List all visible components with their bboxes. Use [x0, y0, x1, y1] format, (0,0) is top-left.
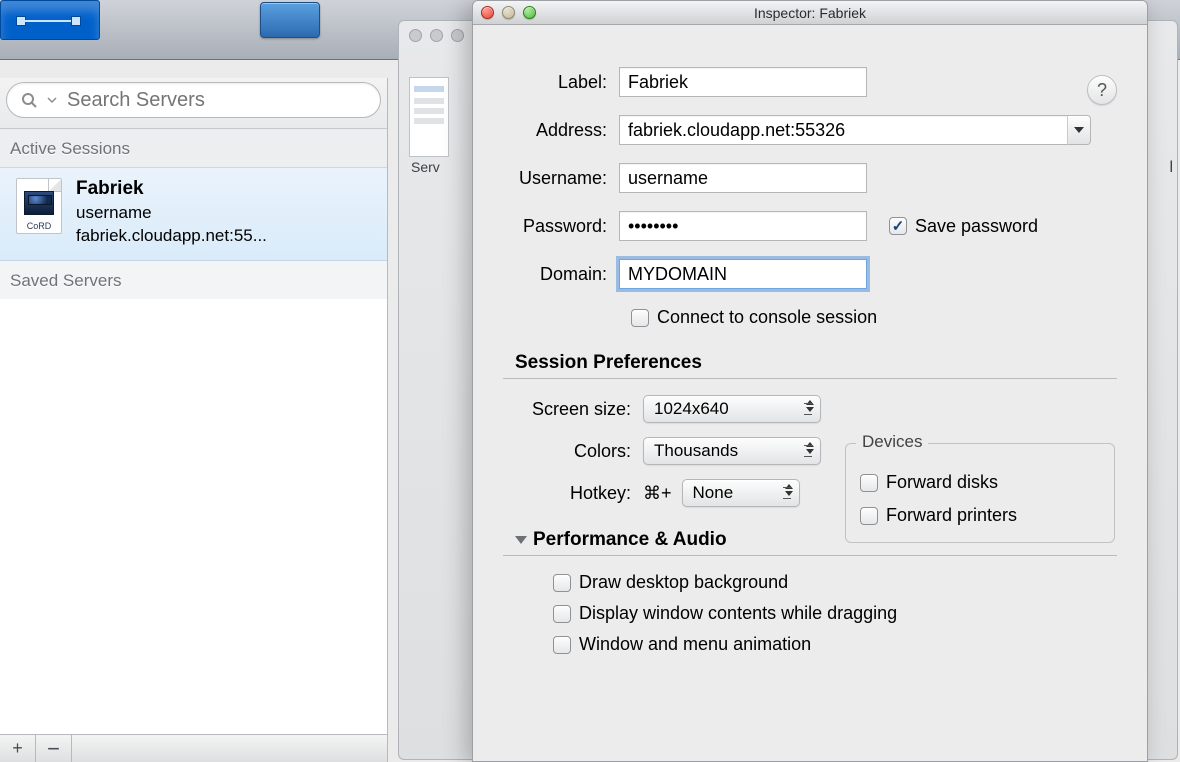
remove-button[interactable]: −	[36, 735, 72, 762]
sidebar: Active Sessions CoRD Fabriek username fa…	[0, 78, 388, 762]
zoom-icon[interactable]	[523, 6, 536, 19]
toolbar-button-1[interactable]	[0, 0, 100, 40]
server-text: Fabriek username fabriek.cloudapp.net:55…	[76, 178, 375, 248]
help-button[interactable]: ?	[1087, 75, 1117, 105]
colors-value: Thousands	[654, 441, 738, 461]
bg-mini-sidebar-icon	[409, 77, 449, 157]
forward-printers-checkbox[interactable]	[860, 507, 878, 525]
search-field[interactable]	[6, 82, 381, 118]
search-icon	[21, 92, 37, 108]
password-input[interactable]	[619, 211, 867, 241]
search-input[interactable]	[67, 89, 366, 112]
bg-tab-label: Serv	[411, 159, 440, 175]
inspector-window: Inspector: Fabriek ? Label: Address: Use…	[472, 0, 1148, 762]
perf-check-0[interactable]	[553, 574, 571, 592]
window-title: Inspector: Fabriek	[473, 5, 1147, 21]
icon-tag: CoRD	[17, 221, 61, 231]
bg-right-char: l	[1169, 159, 1173, 177]
screen-size-popup[interactable]: 1024x640	[643, 395, 821, 423]
perf-check-1[interactable]	[553, 605, 571, 623]
hotkey-popup[interactable]: None	[682, 479, 800, 507]
inspector-body: Label: Address: Username: Password: Save…	[473, 25, 1147, 675]
divider	[503, 555, 1117, 556]
add-button[interactable]: +	[0, 735, 36, 762]
hotkey-value: None	[693, 483, 734, 503]
address-label: Address:	[503, 120, 619, 141]
label-label: Label:	[503, 72, 619, 93]
perf-label-0: Draw desktop background	[579, 572, 788, 593]
username-input[interactable]	[619, 163, 867, 193]
server-title: Fabriek	[76, 178, 375, 200]
devices-group: Devices Forward disks Forward printers	[845, 443, 1115, 543]
hotkey-label: Hotkey:	[503, 483, 643, 504]
bg-traffic-lights	[409, 29, 464, 42]
toolbar-button-2[interactable]	[260, 2, 320, 38]
address-input[interactable]	[619, 115, 1067, 145]
active-sessions-header: Active Sessions	[0, 129, 387, 168]
address-dropdown-button[interactable]	[1067, 115, 1091, 145]
perf-label-2: Window and menu animation	[579, 634, 811, 655]
perf-check-2[interactable]	[553, 636, 571, 654]
bottom-toolbar: + −	[0, 734, 387, 762]
screen-size-value: 1024x640	[654, 399, 729, 419]
saved-servers-header: Saved Servers	[0, 261, 387, 299]
close-icon[interactable]	[481, 6, 494, 19]
domain-input[interactable]	[619, 259, 867, 289]
session-prefs-heading: Session Preferences	[515, 352, 1117, 374]
label-input[interactable]	[619, 67, 867, 97]
forward-disks-label: Forward disks	[886, 472, 998, 493]
password-label: Password:	[503, 216, 619, 237]
username-label: Username:	[503, 168, 619, 189]
devices-heading: Devices	[856, 432, 928, 452]
perf-label-1: Display window contents while dragging	[579, 603, 897, 624]
console-label: Connect to console session	[657, 307, 877, 328]
colors-label: Colors:	[503, 441, 643, 462]
hotkey-prefix: ⌘+	[643, 483, 672, 504]
divider	[503, 378, 1117, 379]
address-combo	[619, 115, 1091, 145]
server-address: fabriek.cloudapp.net:55...	[76, 225, 375, 248]
disclosure-triangle-icon[interactable]	[515, 536, 527, 544]
save-password-checkbox[interactable]	[889, 217, 907, 235]
domain-label: Domain:	[503, 264, 619, 285]
minimize-icon[interactable]	[502, 6, 515, 19]
titlebar[interactable]: Inspector: Fabriek	[473, 1, 1147, 25]
chevron-down-icon	[1074, 127, 1084, 133]
server-item[interactable]: CoRD Fabriek username fabriek.cloudapp.n…	[0, 168, 387, 261]
colors-popup[interactable]: Thousands	[643, 437, 821, 465]
chevron-down-icon	[47, 95, 57, 105]
search-wrap	[0, 78, 387, 129]
traffic-lights	[481, 6, 536, 19]
screen-size-label: Screen size:	[503, 399, 643, 420]
save-password-label: Save password	[915, 216, 1038, 237]
cord-file-icon: CoRD	[16, 178, 62, 234]
forward-disks-checkbox[interactable]	[860, 474, 878, 492]
forward-printers-label: Forward printers	[886, 505, 1017, 526]
server-username: username	[76, 202, 375, 225]
console-checkbox[interactable]	[631, 309, 649, 327]
